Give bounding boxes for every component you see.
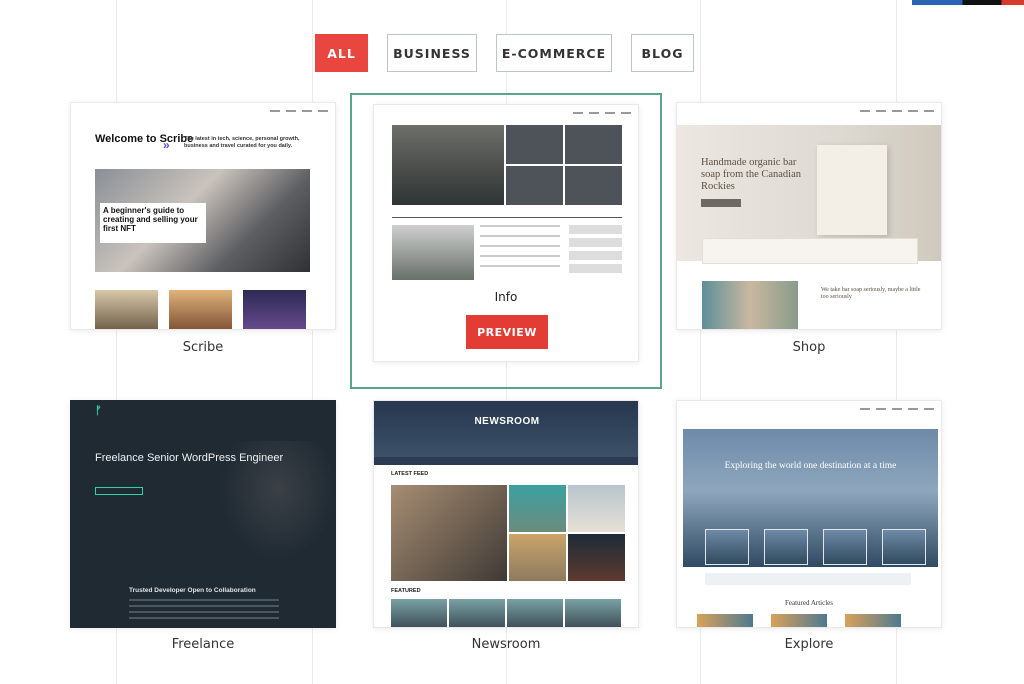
hero-title: Exploring the world one destination at a… — [724, 461, 897, 471]
thumbnail — [506, 166, 563, 205]
thumbnail — [565, 125, 622, 164]
theme-card-shop[interactable]: Handmade organic bar soap from the Canad… — [676, 102, 942, 330]
theme-name-scribe[interactable]: Scribe — [70, 340, 336, 355]
logo-icon: ᚠ — [95, 405, 102, 417]
features-strip — [702, 238, 918, 264]
hero-title: Freelance Senior WordPress Engineer — [95, 452, 284, 464]
thumbnail — [568, 534, 625, 581]
tagline: The latest in tech, science, personal gr… — [184, 136, 300, 149]
featured-row — [391, 599, 621, 627]
featured-label: Featured Articles — [784, 599, 833, 607]
filter-business-button[interactable]: BUSINESS — [387, 34, 477, 72]
article-thumbnails — [95, 290, 306, 329]
mini-navbar — [677, 103, 941, 119]
thumbnail — [509, 485, 566, 532]
newsletter-bar — [705, 573, 911, 585]
theme-name-info[interactable]: Info — [374, 290, 638, 304]
secondary-text: We take bar soap seriously, maybe a litt… — [821, 287, 921, 300]
theme-name-shop[interactable]: Shop — [676, 340, 942, 355]
theme-card-freelance[interactable]: ᚠ Freelance Senior WordPress Engineer Tr… — [70, 400, 336, 628]
thumbnail — [95, 290, 158, 329]
filter-all-button[interactable]: ALL — [315, 34, 368, 72]
thumbnail — [506, 125, 563, 164]
subtitle: Trusted Developer Open to Collaboration — [129, 587, 256, 594]
chevron-icon: » — [163, 138, 170, 152]
section-featured: FEATURED — [391, 588, 421, 594]
thumbnail — [565, 166, 622, 205]
mini-navbar — [677, 401, 941, 417]
theme-name-explore[interactable]: Explore — [676, 637, 942, 652]
product-image — [702, 281, 798, 329]
featured-grid — [392, 125, 622, 205]
article-list — [480, 225, 560, 275]
featured-image — [392, 125, 504, 205]
featured-box: A beginner's guide to creating and selli… — [100, 203, 206, 243]
mini-navbar — [374, 457, 638, 465]
theme-card-newsroom[interactable]: NEWSROOM LATEST FEED FEATURED — [373, 400, 639, 628]
body-text — [129, 599, 279, 623]
thumbnail — [509, 534, 566, 581]
popular-list — [569, 225, 622, 277]
cta-button — [95, 487, 143, 495]
news-grid — [391, 485, 625, 581]
destination-tiles — [705, 529, 926, 565]
category-filters: ALL BUSINESS E-COMMERCE BLOG — [315, 34, 713, 72]
banner: NEWSROOM — [374, 401, 638, 457]
thumbnail — [568, 485, 625, 532]
theme-card-explore[interactable]: Exploring the world one destination at a… — [676, 400, 942, 628]
section-latest: LATEST FEED — [391, 471, 429, 477]
theme-name-freelance[interactable]: Freelance — [70, 637, 336, 652]
article-image — [392, 225, 474, 280]
filter-blog-button[interactable]: BLOG — [631, 34, 694, 72]
shop-now-button — [701, 199, 741, 207]
theme-card-info[interactable]: Info PREVIEW — [373, 104, 639, 362]
filter-ecommerce-button[interactable]: E-COMMERCE — [496, 34, 612, 72]
featured-title: A beginner's guide to creating and selli… — [103, 206, 198, 233]
thumbnail — [243, 290, 306, 329]
hero-image: A beginner's guide to creating and selli… — [95, 169, 310, 272]
mini-navbar — [374, 105, 638, 121]
preview-button[interactable]: PREVIEW — [466, 315, 548, 349]
soap-image — [817, 145, 887, 235]
banner-title: NEWSROOM — [474, 416, 540, 427]
thumbnail — [169, 290, 232, 329]
theme-gallery: ALL BUSINESS E-COMMERCE BLOG Welcome to … — [0, 0, 1024, 684]
section-divider — [392, 217, 622, 218]
featured-images — [697, 614, 901, 627]
hero-title: Handmade organic bar soap from the Canad… — [701, 157, 802, 192]
featured-image — [391, 485, 507, 581]
mini-navbar — [71, 103, 335, 119]
theme-name-newsroom[interactable]: Newsroom — [373, 637, 639, 652]
theme-card-scribe[interactable]: Welcome to Scribe » The latest in tech, … — [70, 102, 336, 330]
corner-brand-strip — [912, 0, 1024, 5]
